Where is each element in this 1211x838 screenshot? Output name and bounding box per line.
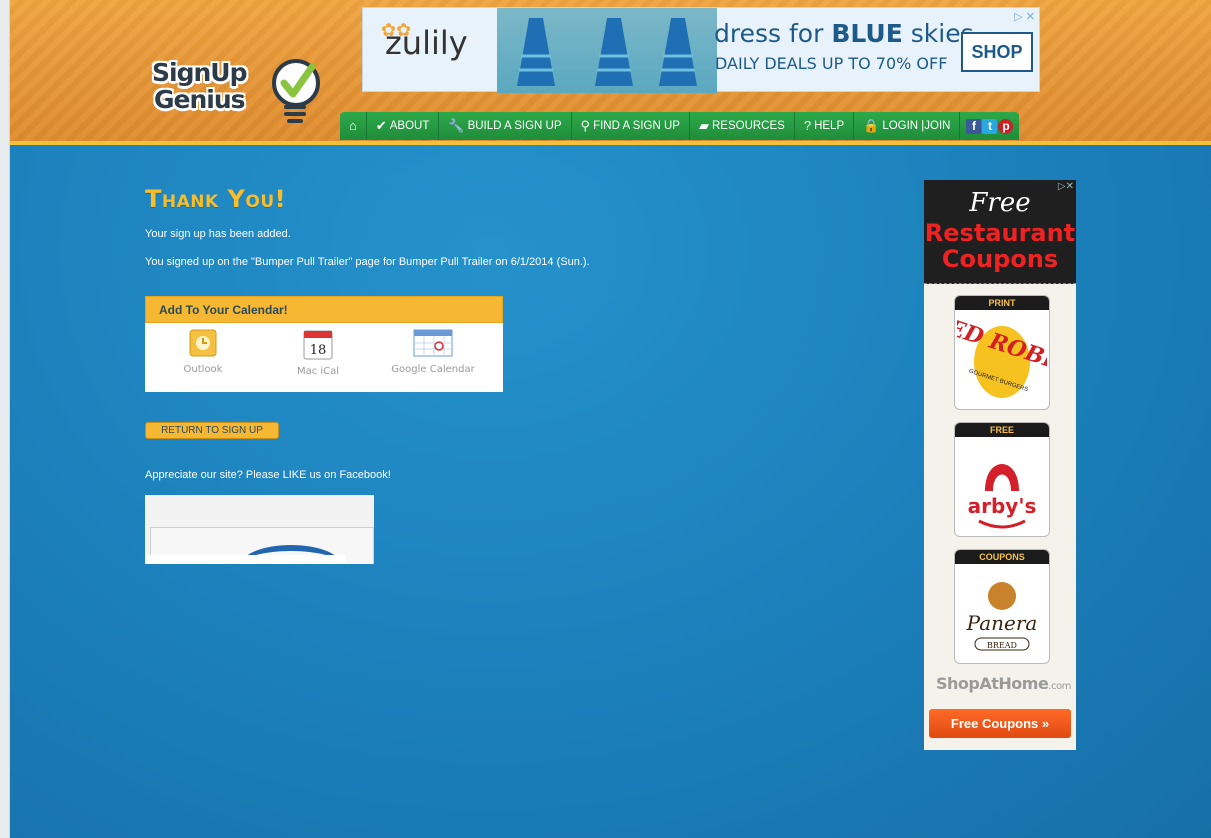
logo-line2: Genius [154, 85, 246, 114]
outlook-label: Outlook [183, 364, 223, 375]
dress-icon [595, 18, 633, 86]
shop-button[interactable]: SHOP [961, 32, 1033, 72]
outlook-icon [189, 329, 217, 357]
ical-label: Mac iCal [296, 366, 340, 377]
lock-icon: 🔒 [863, 118, 880, 133]
nav-build[interactable]: 🔧 BUILD A SIGN UP [439, 112, 572, 140]
arbys-logo: arby's [968, 464, 1037, 529]
folder-icon: ▰ [698, 118, 709, 133]
logo-line1: SignUp [152, 58, 247, 87]
arbys-coupon[interactable]: FREE arby's [954, 422, 1050, 537]
facebook-widget-bar [145, 555, 346, 564]
return-to-signup-button[interactable]: RETURN TO SIGN UP [145, 422, 279, 439]
check-icon: ✔ [375, 118, 387, 133]
banner-subline: DAILY DEALS UP TO 70% OFF [715, 54, 948, 73]
outlook-option[interactable]: Outlook [148, 328, 258, 375]
ical-day: 18 [310, 343, 327, 358]
dress-image [497, 8, 575, 93]
nav-help[interactable]: ? HELP [795, 112, 855, 140]
google-calendar-option[interactable]: Google Calendar [378, 328, 488, 375]
pinterest-icon[interactable]: p [998, 118, 1014, 134]
ad-header: Free Restaurant Coupons ▷✕ [924, 180, 1076, 284]
wrench-icon: 🔧 [448, 118, 465, 133]
adchoices-icon[interactable]: ▷✕ [1058, 181, 1074, 192]
question-icon: ? [803, 118, 812, 133]
banner-headline: dress for BLUE skies [714, 19, 974, 48]
flower-icon: ✿✿ [381, 20, 412, 41]
arbys-text: arby's [968, 494, 1037, 518]
ad-free-text: Free [969, 188, 1031, 218]
calendar-header: Add To Your Calendar! [145, 296, 503, 323]
twitter-icon[interactable]: t [982, 118, 998, 134]
panera-logo: Panera BREAD [966, 582, 1038, 651]
browser-edge [0, 0, 10, 838]
panera-text: Panera [966, 611, 1038, 635]
lightbulb-check-icon [272, 59, 320, 123]
add-to-calendar-box: Add To Your Calendar! Outlook 18 Mac iCa… [145, 296, 503, 392]
main-nav: ⌂ ✔ ABOUT 🔧 BUILD A SIGN UP ⚲ FIND A SIGN U… [340, 112, 1020, 140]
dress-icon [659, 18, 697, 86]
dress-image [639, 8, 717, 93]
adchoices-icon[interactable]: ▷ ✕ [1014, 10, 1035, 23]
home-icon: ⌂ [349, 118, 357, 133]
zulily-logo: ✿✿ zulily [381, 20, 468, 62]
nav-login[interactable]: 🔒 LOGIN |JOIN [854, 112, 961, 140]
facebook-icon[interactable]: f [966, 118, 982, 134]
facebook-like-text: Appreciate our site? Please LIKE us on F… [145, 469, 391, 481]
confirmation-message: Your sign up has been added. [145, 228, 291, 240]
nav-resources[interactable]: ▰ RESOURCES [690, 112, 795, 140]
red-robin-logo: RED ROBIN GOURMET BURGERS [957, 314, 1047, 398]
nav-about[interactable]: ✔ ABOUT [367, 112, 440, 140]
nav-find[interactable]: ⚲ FIND A SIGN UP [572, 112, 690, 140]
facebook-like-widget[interactable] [145, 495, 374, 564]
google-calendar-icon [413, 329, 453, 357]
site-header: SignUp Genius ✿✿ zulily dress for BLUE s… [10, 0, 1211, 145]
restaurant-coupons-ad[interactable]: Free Restaurant Coupons ▷✕ PRINT RED ROBI… [924, 180, 1076, 750]
page-frame: SignUp Genius ✿✿ zulily dress for BLUE s… [10, 0, 1211, 838]
red-robin-coupon[interactable]: PRINT RED ROBIN GOURMET BURGERS [954, 295, 1050, 410]
dress-icon [517, 18, 555, 86]
nav-home[interactable]: ⌂ [340, 112, 367, 140]
zulily-banner-ad[interactable]: ✿✿ zulily dress for BLUE skies DAILY DEA… [362, 7, 1040, 93]
magnifier-icon: ⚲ [580, 118, 591, 133]
shopathome-logo: ShopAtHome.com [936, 674, 1071, 693]
coupon-label: FREE [955, 423, 1049, 437]
signupgenius-logo[interactable]: SignUp Genius [150, 55, 325, 135]
ical-icon: 18 [303, 330, 333, 360]
google-calendar-label: Google Calendar [391, 364, 475, 375]
main-content: Thank You! Your sign up has been added. … [145, 185, 745, 564]
coupon-label: PRINT [955, 296, 1049, 310]
ad-title: Restaurant Coupons [924, 219, 1076, 273]
panera-coupon[interactable]: COUPONS Panera BREAD [954, 549, 1050, 664]
panera-sub: BREAD [987, 641, 1017, 650]
signup-details: You signed up on the "Bumper Pull Traile… [145, 256, 590, 268]
social-links: f t p [960, 112, 1019, 140]
free-coupons-button[interactable]: Free Coupons » [929, 709, 1071, 738]
page-title: Thank You! [145, 185, 287, 213]
mac-ical-option[interactable]: 18 Mac iCal [263, 328, 373, 377]
coupon-label: COUPONS [955, 550, 1049, 564]
